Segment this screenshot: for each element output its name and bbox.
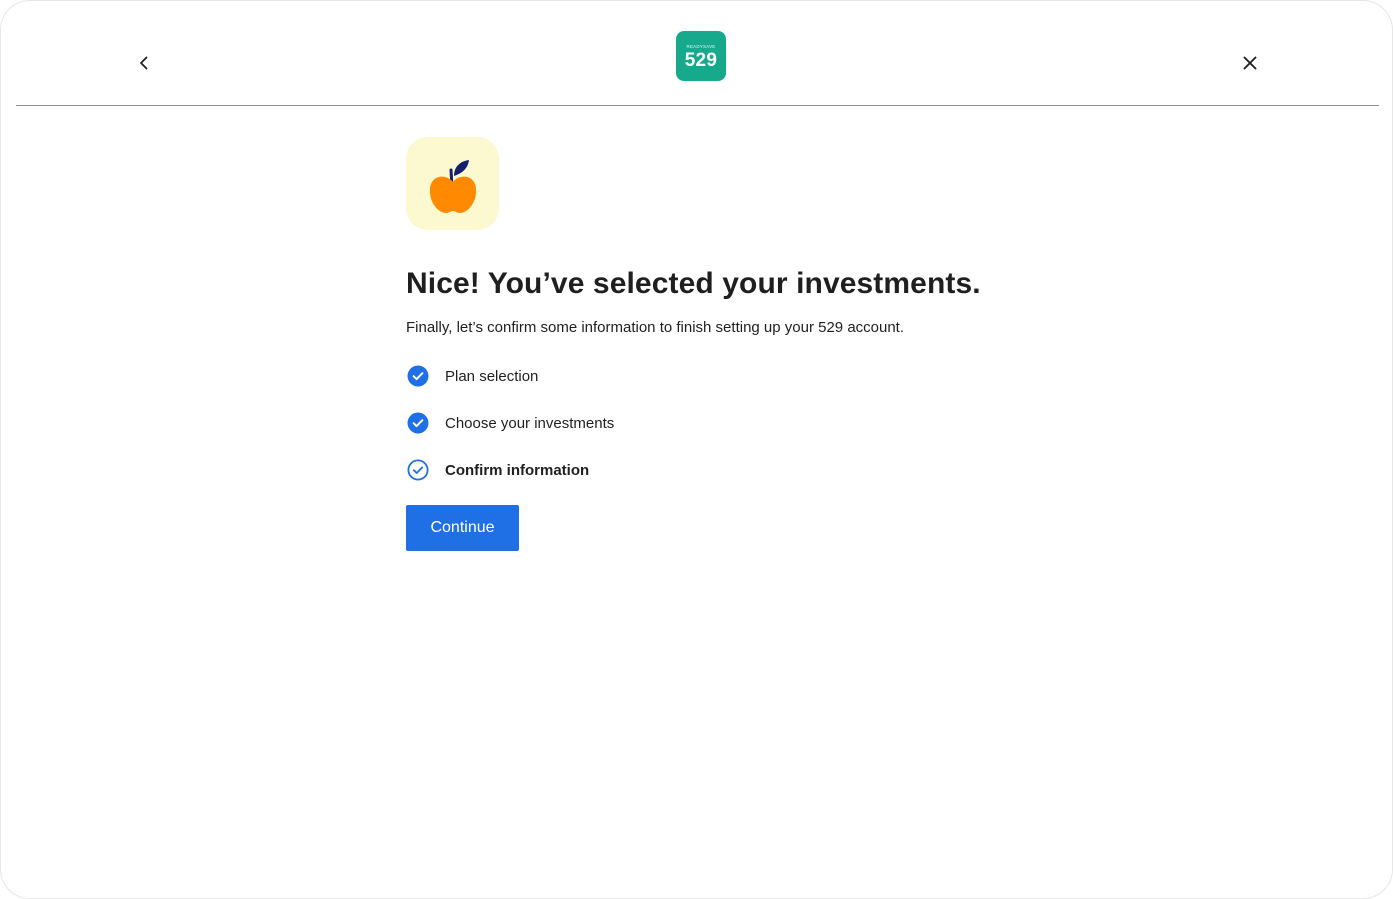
- chevron-left-icon: [140, 56, 148, 70]
- close-icon: [1243, 56, 1257, 70]
- step-label: Plan selection: [445, 367, 539, 385]
- step-choose-investments: Choose your investments: [406, 411, 1106, 435]
- app-window: READYSAVE 529 Nice! You’ve selected your…: [0, 0, 1393, 899]
- apple-icon: [429, 159, 476, 213]
- logo-number: 529: [684, 50, 718, 71]
- readysave-529-logo: READYSAVE 529: [676, 31, 726, 81]
- step-confirm-information: Confirm information: [406, 458, 1106, 482]
- header-bar: READYSAVE 529: [16, 1, 1379, 106]
- step-label: Confirm information: [445, 461, 590, 479]
- page-subtitle: Finally, let’s confirm some information …: [406, 319, 905, 336]
- check-circle-filled-icon: [406, 412, 429, 435]
- close-button[interactable]: [1236, 49, 1264, 77]
- main-content: Nice! You’ve selected your investments. …: [406, 137, 1106, 551]
- hero-icon-tile: [406, 137, 499, 230]
- progress-steps: Plan selection Choose your investments C…: [406, 364, 1106, 482]
- logo-small-text: READYSAVE: [686, 44, 716, 49]
- back-button[interactable]: [130, 49, 158, 77]
- continue-button[interactable]: Continue: [406, 505, 519, 551]
- step-plan-selection: Plan selection: [406, 364, 1106, 388]
- check-circle-outline-icon: [406, 459, 429, 482]
- page-title: Nice! You’ve selected your investments.: [406, 267, 981, 300]
- check-circle-filled-icon: [406, 365, 429, 388]
- step-label: Choose your investments: [445, 414, 615, 432]
